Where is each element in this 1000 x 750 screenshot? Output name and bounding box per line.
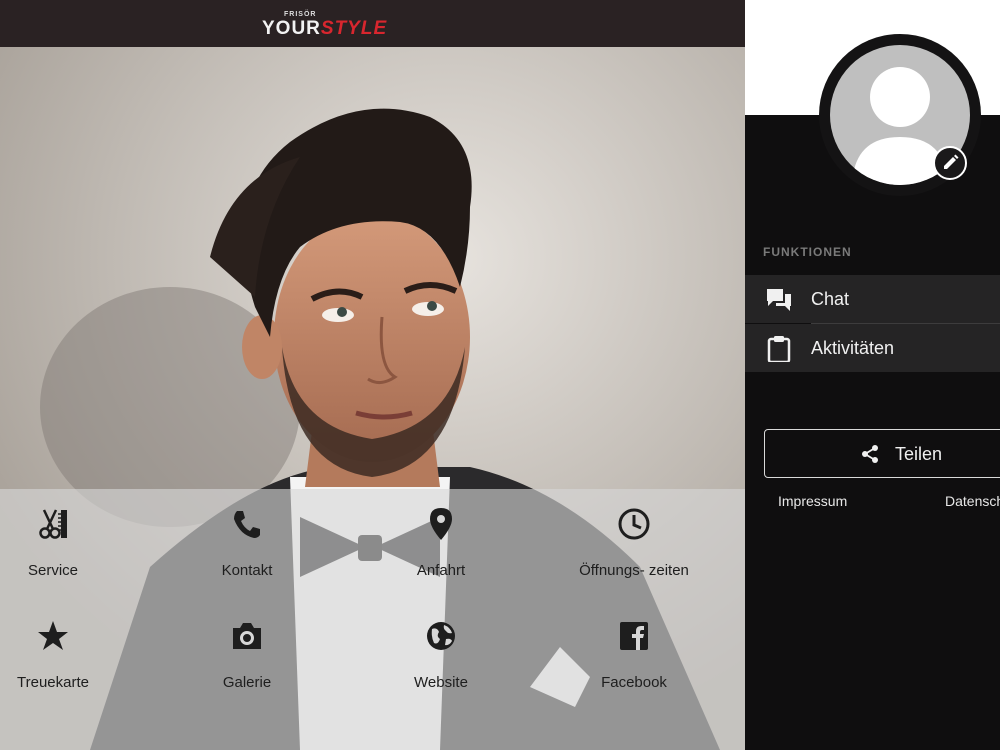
menu-item-aktivitaeten[interactable]: Aktivitäten	[745, 324, 1000, 372]
app-main: FRISÖR YOURSTYLE Service Kontakt Anfahrt…	[0, 0, 745, 750]
pencil-icon	[944, 154, 959, 169]
datenschutz-link[interactable]: Datensch	[945, 493, 1000, 509]
tile-label: Kontakt	[221, 562, 273, 579]
globe-icon	[427, 622, 455, 650]
brand-logo[interactable]: FRISÖR YOURSTYLE	[262, 9, 432, 41]
edit-avatar-button[interactable]	[933, 146, 967, 180]
menu-item-chat[interactable]: Chat	[745, 275, 1000, 323]
section-title-funktionen: FUNKTIONEN	[763, 245, 852, 259]
tile-treuekarte[interactable]: Treuekarte	[0, 601, 138, 696]
tile-label: Treuekarte	[17, 674, 89, 691]
tile-service[interactable]: Service	[0, 489, 138, 584]
share-label: Teilen	[895, 444, 943, 464]
menu-item-label: Aktivitäten	[811, 338, 895, 358]
logo-wordmark: YOURSTYLE	[262, 18, 388, 39]
tile-label: Service	[27, 562, 79, 579]
top-bar: FRISÖR YOURSTYLE	[0, 0, 745, 47]
camera-icon	[233, 623, 261, 649]
tile-label: Anfahrt	[416, 562, 466, 579]
tile-anfahrt[interactable]: Anfahrt	[356, 489, 526, 584]
chat-icon	[767, 289, 791, 311]
scissors-comb-icon	[39, 509, 67, 539]
menu-item-label: Chat	[811, 289, 850, 309]
map-pin-icon	[430, 508, 452, 540]
tile-galerie[interactable]: Galerie	[162, 601, 332, 696]
feature-grid-overlay: Service Kontakt Anfahrt Öffnungs- zeiten…	[0, 489, 745, 750]
share-button[interactable]: Teilen	[764, 429, 1000, 478]
facebook-icon	[620, 622, 648, 650]
tile-facebook[interactable]: Facebook	[549, 601, 719, 696]
share-icon	[862, 445, 878, 463]
clipboard-icon	[767, 336, 791, 362]
phone-icon	[234, 511, 260, 538]
tile-website[interactable]: Website	[356, 601, 526, 696]
tile-oeffnungszeiten[interactable]: Öffnungs- zeiten	[549, 489, 719, 584]
star-icon	[38, 621, 68, 650]
logo-subtitle: FRISÖR	[284, 11, 317, 18]
clock-icon	[618, 508, 650, 540]
tile-label: Galerie	[222, 674, 272, 691]
feature-grid: Service Kontakt Anfahrt Öffnungs- zeiten…	[0, 489, 745, 750]
tile-label: Öffnungs- zeiten	[579, 562, 689, 579]
tile-label: Website	[414, 674, 468, 691]
impressum-link[interactable]: Impressum	[778, 493, 847, 509]
side-drawer: FUNKTIONEN Chat Aktivitäten Teilen Impre…	[745, 0, 1000, 750]
tile-label: Facebook	[601, 674, 667, 691]
tile-kontakt[interactable]: Kontakt	[162, 489, 332, 584]
